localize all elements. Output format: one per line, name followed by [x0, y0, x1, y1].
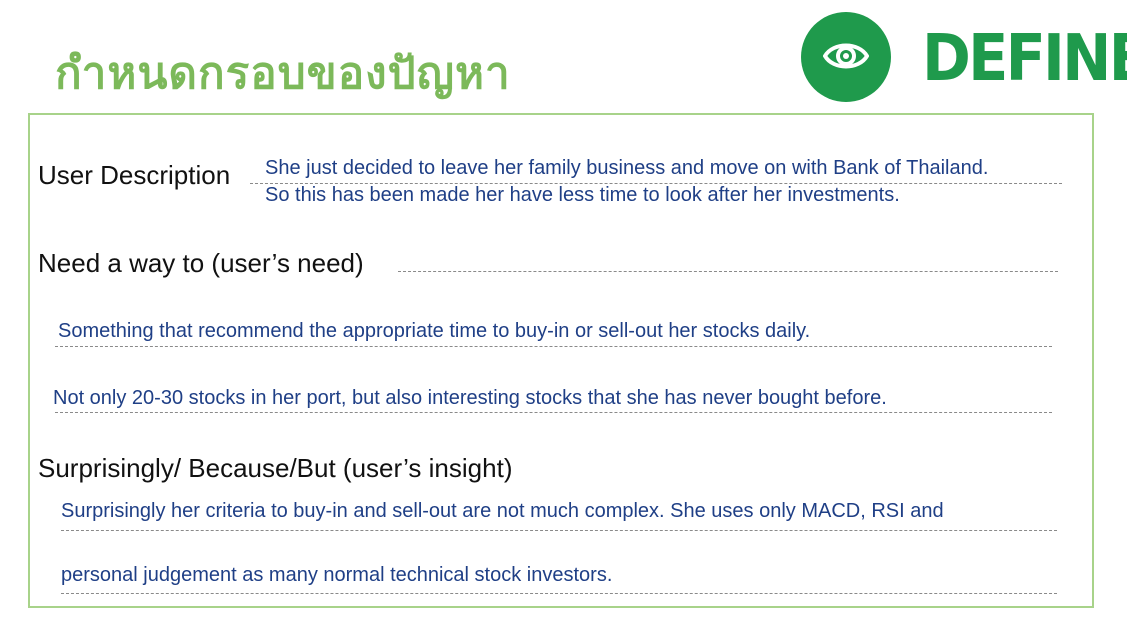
dotted-rule — [61, 530, 1057, 531]
dotted-rule — [61, 593, 1057, 594]
user-description-line-1: She just decided to leave her family bus… — [265, 157, 989, 179]
insight-line-1: Surprisingly her criteria to buy-in and … — [61, 500, 944, 522]
insight-line-2: personal judgement as many normal techni… — [61, 564, 613, 586]
need-line-2: Not only 20-30 stocks in her port, but a… — [53, 387, 887, 409]
dotted-rule — [398, 271, 1058, 272]
define-logo-badge — [801, 12, 891, 102]
eye-icon — [823, 43, 869, 69]
need-label: Need a way to (user’s need) — [38, 248, 364, 278]
user-description-label: User Description — [38, 160, 231, 190]
define-logo-text: DEFINE — [922, 22, 1127, 96]
page-title: กำหนดกรอบของปัญหา — [55, 48, 511, 99]
insight-label: Surprisingly/ Because/But (user’s insigh… — [38, 453, 513, 483]
need-line-1: Something that recommend the appropriate… — [58, 320, 811, 342]
user-description-line-2: So this has been made her have less time… — [265, 184, 900, 206]
dotted-rule — [55, 346, 1052, 347]
dotted-rule — [55, 412, 1052, 413]
